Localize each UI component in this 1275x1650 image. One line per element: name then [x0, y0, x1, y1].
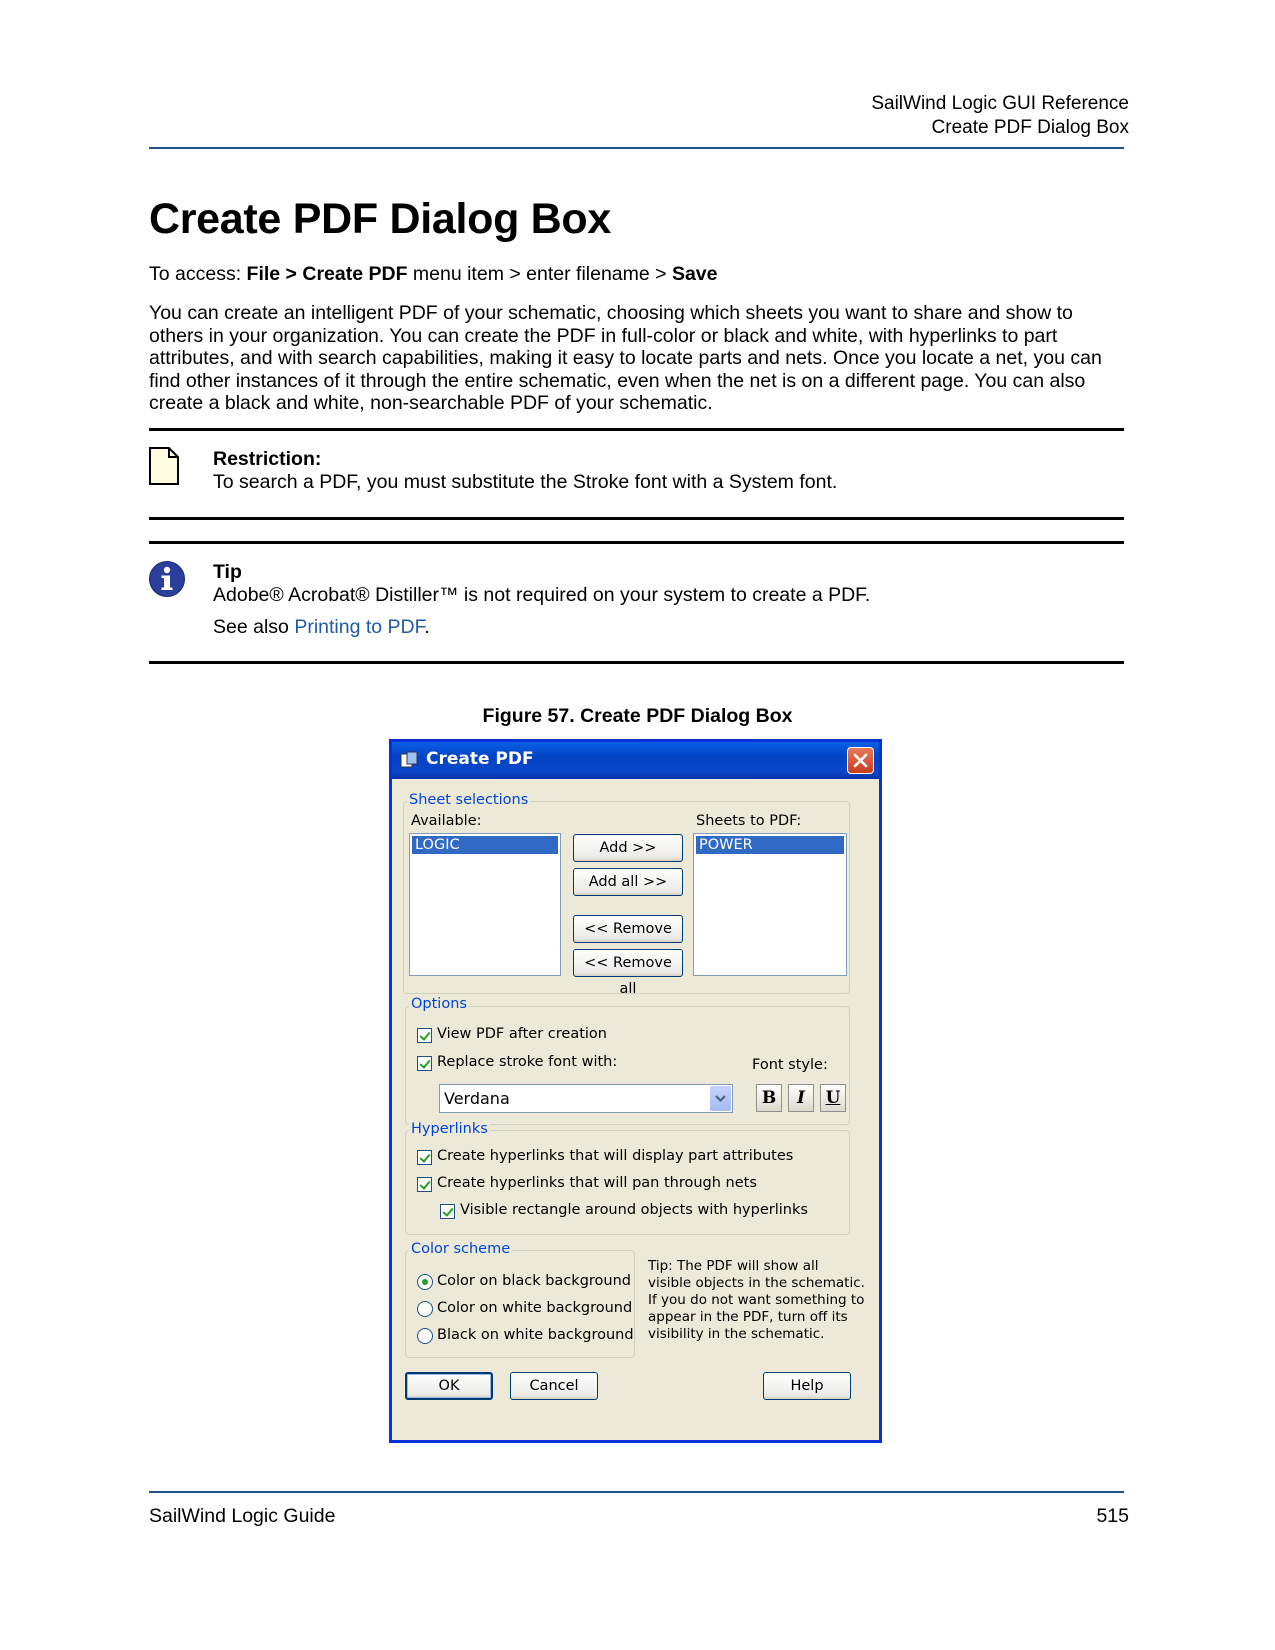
color-on-black-label: Color on black background: [437, 1273, 631, 1289]
underline-button[interactable]: U: [820, 1084, 846, 1112]
color-on-black-radio[interactable]: [417, 1274, 433, 1290]
app-icon: [400, 751, 418, 768]
header-rule: [149, 147, 1124, 149]
header-guide-title: SailWind Logic GUI Reference: [871, 93, 1129, 114]
intro-paragraph: You can create an intelligent PDF of you…: [149, 302, 1102, 414]
color-scheme-label: Color scheme: [409, 1241, 513, 1257]
color-tip-text: Tip: The PDF will show all visible objec…: [648, 1258, 865, 1342]
options-label: Options: [409, 996, 469, 1012]
info-icon: [149, 561, 185, 597]
dialog-title: Create PDF: [426, 749, 534, 769]
hyperlinks-label: Hyperlinks: [409, 1121, 490, 1137]
visible-rectangle-checkbox[interactable]: [440, 1204, 455, 1219]
visible-rectangle-label: Visible rectangle around objects with hy…: [460, 1202, 808, 1218]
remove-all-button[interactable]: << Remove all: [573, 949, 683, 997]
bold-button[interactable]: B: [756, 1084, 782, 1112]
hyperlinks-nets-checkbox[interactable]: [417, 1177, 432, 1192]
tip-rule-top: [149, 541, 1124, 544]
figure-caption: Figure 57. Create PDF Dialog Box: [482, 705, 793, 727]
sheets-to-pdf-label: Sheets to PDF:: [696, 813, 802, 829]
close-button[interactable]: [847, 747, 874, 774]
remove-button[interactable]: << Remove: [573, 915, 683, 943]
available-label: Available:: [411, 813, 482, 829]
document-icon: [149, 447, 179, 485]
dialog-titlebar: Create PDF: [392, 742, 879, 779]
restriction-body: To search a PDF, you must substitute the…: [213, 471, 838, 493]
add-all-button[interactable]: Add all >>: [573, 868, 683, 896]
note-rule-top: [149, 428, 1124, 431]
page-number: 515: [1096, 1505, 1129, 1527]
replace-font-checkbox[interactable]: [417, 1056, 432, 1071]
list-item[interactable]: POWER: [696, 836, 844, 854]
dropdown-button[interactable]: [710, 1086, 731, 1111]
close-icon: [853, 753, 868, 768]
tip-see-also: See also Printing to PDF.: [213, 616, 430, 638]
footer-guide-name: SailWind Logic Guide: [149, 1505, 336, 1527]
view-pdf-label: View PDF after creation: [437, 1026, 607, 1042]
color-on-white-label: Color on white background: [437, 1300, 633, 1316]
tip-body: Adobe® Acrobat® Distiller™ is not requir…: [213, 584, 871, 606]
hyperlinks-attributes-checkbox[interactable]: [417, 1150, 432, 1165]
add-button[interactable]: Add >>: [573, 834, 683, 862]
tip-rule-bottom: [149, 661, 1124, 664]
header-section-title: Create PDF Dialog Box: [931, 117, 1129, 138]
replace-font-label: Replace stroke font with:: [437, 1054, 618, 1070]
black-on-white-radio[interactable]: [417, 1328, 433, 1344]
page-title: Create PDF Dialog Box: [149, 195, 612, 243]
note-rule-bottom: [149, 517, 1124, 520]
color-on-white-radio[interactable]: [417, 1301, 433, 1317]
sheet-selections-label: Sheet selections: [407, 792, 531, 808]
hyperlinks-nets-label: Create hyperlinks that will pan through …: [437, 1175, 757, 1191]
restriction-heading: Restriction:: [213, 448, 322, 470]
font-select[interactable]: Verdana: [439, 1084, 733, 1113]
cancel-button[interactable]: Cancel: [510, 1372, 598, 1400]
printing-to-pdf-link[interactable]: Printing to PDF: [294, 616, 424, 638]
italic-button[interactable]: I: [788, 1084, 814, 1112]
available-listbox[interactable]: LOGIC: [409, 833, 561, 976]
font-style-label: Font style:: [752, 1057, 828, 1073]
view-pdf-checkbox[interactable]: [417, 1028, 432, 1043]
access-path: To access: File > Create PDF menu item >…: [149, 263, 718, 285]
sheets-to-pdf-listbox[interactable]: POWER: [693, 833, 847, 976]
black-on-white-label: Black on white background: [437, 1327, 634, 1343]
hyperlinks-attributes-label: Create hyperlinks that will display part…: [437, 1148, 794, 1164]
tip-heading: Tip: [213, 561, 242, 583]
help-button[interactable]: Help: [763, 1372, 851, 1400]
chevron-down-icon: [715, 1095, 726, 1103]
list-item[interactable]: LOGIC: [412, 836, 558, 854]
footer-rule: [149, 1491, 1124, 1493]
ok-button[interactable]: OK: [405, 1372, 493, 1400]
create-pdf-dialog: Create PDF Sheet selections Available: L…: [389, 739, 882, 1443]
